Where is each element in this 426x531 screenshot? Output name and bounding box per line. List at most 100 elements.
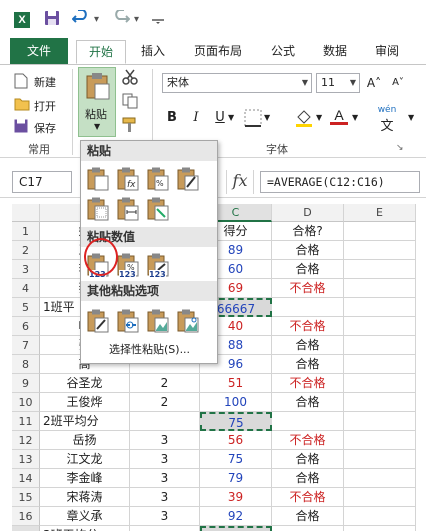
paste-formatting-icon[interactable] [87, 309, 111, 333]
cell-e[interactable] [344, 298, 416, 317]
cell-c[interactable]: 100 [200, 393, 272, 412]
font-size-select[interactable]: 11 ▼ [316, 73, 360, 93]
name-box[interactable]: C17 [12, 171, 72, 193]
paste-values-number-format-icon[interactable]: % 123 [117, 253, 141, 279]
copy-icon[interactable] [122, 93, 140, 112]
cell-e[interactable] [344, 260, 416, 279]
cell-a[interactable]: 谷圣龙 [40, 374, 130, 393]
row-header[interactable]: 8 [12, 355, 40, 374]
tab-file[interactable]: 文件 [10, 38, 68, 64]
cell-e[interactable] [344, 336, 416, 355]
cell-b[interactable]: 3 [130, 450, 200, 469]
cell-e[interactable] [344, 317, 416, 336]
cell-b[interactable]: 3 [130, 431, 200, 450]
cell-a[interactable]: 江文龙 [40, 450, 130, 469]
keep-column-widths-icon[interactable] [117, 197, 141, 221]
cell-d[interactable]: 不合格 [272, 317, 344, 336]
cell-e[interactable] [344, 431, 416, 450]
tab-page-layout[interactable]: 页面布局 [182, 40, 254, 64]
paste-link-icon[interactable] [117, 309, 141, 333]
cell-c[interactable]: 75 [200, 412, 272, 431]
select-all-corner[interactable] [12, 204, 40, 222]
row-header[interactable]: 4 [12, 279, 40, 298]
cell-e[interactable] [344, 526, 416, 531]
cell-c[interactable]: 92 [200, 507, 272, 526]
cell-c[interactable]: 51 [200, 374, 272, 393]
cell-a[interactable]: 3班平均分 [40, 526, 130, 531]
cell-a[interactable]: 2班平均分 [40, 412, 130, 431]
cell-d[interactable]: 合格 [272, 260, 344, 279]
new-button[interactable]: 新建 [14, 71, 74, 91]
cell-a[interactable]: 李金峰 [40, 469, 130, 488]
cell-d[interactable]: 合格 [272, 469, 344, 488]
worksheet-grid[interactable]: C D E 1姓得分合格?2王89合格3李60合格4蔡69不合格51班平6666… [12, 204, 426, 531]
cell-e[interactable] [344, 279, 416, 298]
underline-dropdown-icon[interactable]: ▼ [228, 113, 234, 122]
row-header[interactable]: 16 [12, 507, 40, 526]
paste-linked-picture-icon[interactable] [177, 309, 201, 333]
cell-d[interactable] [272, 298, 344, 317]
row-header[interactable]: 5 [12, 298, 40, 317]
undo-icon[interactable] [71, 9, 90, 28]
row-header[interactable]: 17 [12, 526, 40, 531]
cell-d[interactable]: 合格? [272, 222, 344, 241]
paste-formulas-icon[interactable]: fx [117, 167, 141, 191]
cell-e[interactable] [344, 412, 416, 431]
cell-b[interactable]: 2 [130, 393, 200, 412]
paste-icon[interactable] [87, 167, 111, 191]
font-dialog-launcher-icon[interactable]: ↘ [396, 143, 404, 153]
italic-button[interactable]: I [188, 109, 204, 127]
cell-b[interactable] [130, 412, 200, 431]
tab-insert[interactable]: 插入 [132, 40, 174, 64]
redo-dropdown-icon[interactable]: ▾ [134, 14, 139, 25]
column-header-e[interactable]: E [344, 204, 416, 222]
shrink-font-button[interactable]: A˅ [388, 74, 408, 92]
paste-special-link[interactable]: 选择性粘贴(S)... [109, 341, 190, 357]
insert-function-button[interactable]: fx [226, 170, 254, 194]
no-borders-icon[interactable] [87, 197, 111, 221]
cell-d[interactable]: 不合格 [272, 374, 344, 393]
cell-b[interactable] [130, 526, 200, 531]
font-color-icon[interactable]: A [330, 107, 348, 125]
cell-d[interactable]: 合格 [272, 393, 344, 412]
cell-a[interactable]: 章义承 [40, 507, 130, 526]
font-name-select[interactable]: 宋体 ▼ [162, 73, 312, 93]
cell-d[interactable]: 合格 [272, 450, 344, 469]
cell-d[interactable]: 不合格 [272, 279, 344, 298]
tab-review[interactable]: 审阅 [366, 40, 408, 64]
cell-c[interactable]: 75 [200, 450, 272, 469]
format-painter-icon[interactable] [122, 117, 138, 136]
row-header[interactable]: 13 [12, 450, 40, 469]
phonetic-dropdown-icon[interactable]: ▼ [408, 113, 414, 122]
bold-button[interactable]: B [164, 109, 180, 127]
cell-d[interactable] [272, 412, 344, 431]
cell-c[interactable]: 56 [200, 431, 272, 450]
keep-source-formatting-icon[interactable] [177, 167, 201, 191]
row-header[interactable]: 2 [12, 241, 40, 260]
cell-b[interactable]: 3 [130, 469, 200, 488]
cell-e[interactable] [344, 507, 416, 526]
cell-e[interactable] [344, 488, 416, 507]
cut-icon[interactable] [122, 69, 138, 88]
undo-dropdown-icon[interactable]: ▾ [94, 14, 99, 25]
paste-button[interactable]: 粘贴 ▼ [78, 67, 116, 137]
cell-e[interactable] [344, 222, 416, 241]
cell-d[interactable]: 合格 [272, 507, 344, 526]
cell-c[interactable]: 68.2 [200, 526, 272, 531]
fill-color-icon[interactable] [294, 107, 314, 130]
cell-e[interactable] [344, 450, 416, 469]
cell-b[interactable]: 3 [130, 507, 200, 526]
column-header-d[interactable]: D [272, 204, 344, 222]
paste-formulas-number-format-icon[interactable]: % [147, 167, 171, 191]
cell-a[interactable]: 岳扬 [40, 431, 130, 450]
cell-d[interactable] [272, 526, 344, 531]
formula-input[interactable]: =AVERAGE(C12:C16) [260, 171, 420, 193]
cell-b[interactable]: 2 [130, 374, 200, 393]
cell-d[interactable]: 合格 [272, 241, 344, 260]
cell-d[interactable]: 合格 [272, 355, 344, 374]
redo-icon[interactable] [112, 9, 131, 28]
cell-d[interactable]: 不合格 [272, 488, 344, 507]
open-button[interactable]: 打开 [14, 95, 74, 115]
transpose-icon[interactable] [147, 197, 171, 221]
borders-icon[interactable] [244, 109, 262, 130]
